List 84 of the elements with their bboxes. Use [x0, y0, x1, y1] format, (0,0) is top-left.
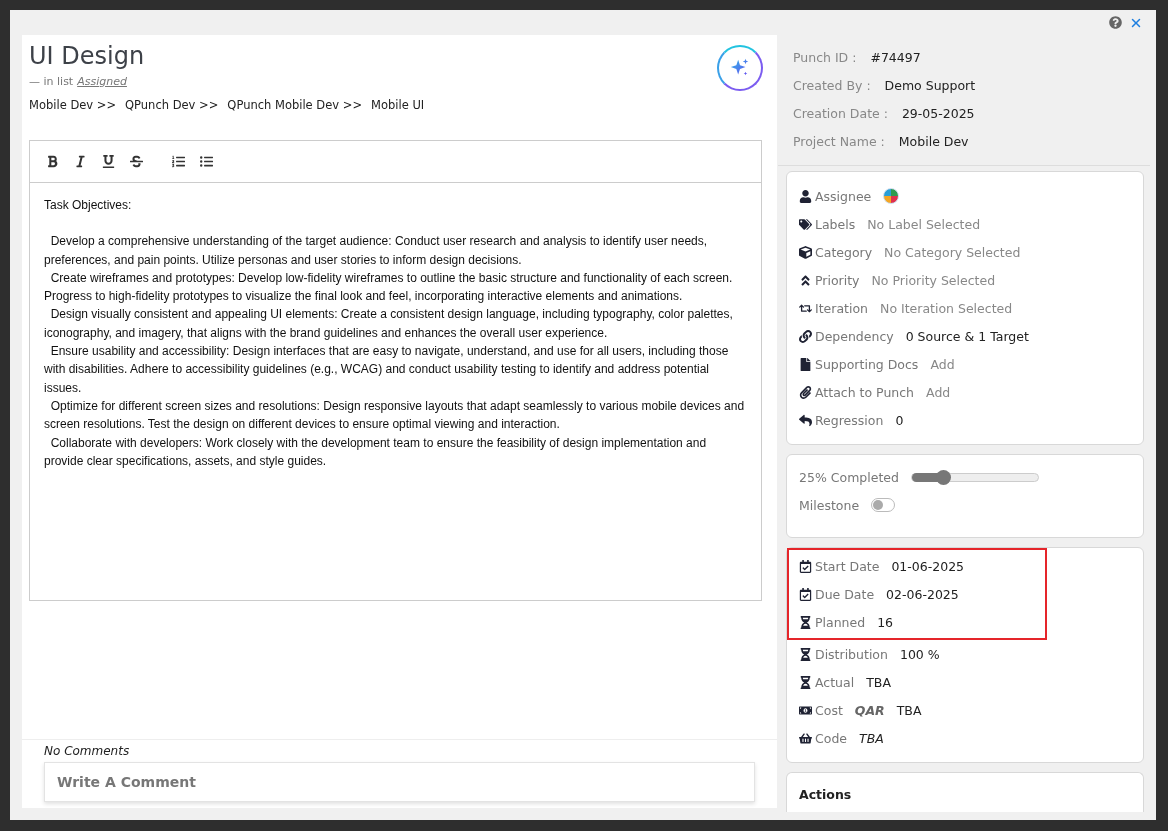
- description-paragraph: Task Objectives:: [44, 197, 133, 214]
- actions-title: Actions: [799, 786, 853, 802]
- progress-label: 25% Completed: [799, 469, 899, 485]
- description-paragraph: Create wireframes and prototypes: Develop low-fidelity wireframes to outline the basic structure and functionality of each screen. Progress to high-fidelity prototypes to visualize the final look and feel, incorporating interactive elements and animations.: [44, 269, 734, 306]
- bullet-list-button[interactable]: [198, 153, 214, 170]
- field-value: 100 %: [899, 646, 940, 662]
- reply-arrow-icon: [799, 413, 812, 427]
- avatar-icon[interactable]: [883, 188, 900, 204]
- field-value: #74497: [870, 49, 921, 65]
- field-label: Iteration: [815, 300, 869, 316]
- field-value: TBA: [866, 674, 891, 690]
- task-title: UI Design: [29, 41, 146, 71]
- field-label: Punch ID :: [793, 49, 857, 65]
- strikethrough-button[interactable]: [128, 153, 144, 170]
- progress-slider[interactable]: [910, 472, 1039, 482]
- empty-value-placeholder[interactable]: No Iteration Selected: [880, 300, 1013, 316]
- numbered-list-button[interactable]: [170, 153, 186, 170]
- tag-icon: [799, 217, 812, 231]
- link-icon: [799, 329, 812, 343]
- field-label: Labels: [815, 216, 856, 232]
- hourglass-icon: [799, 675, 812, 689]
- field-label: Distribution: [815, 646, 888, 662]
- field-label: Priority: [815, 272, 860, 288]
- field-label: Dependency: [815, 328, 894, 344]
- description-paragraph: Ensure usability and accessibility: Design interfaces that are easy to navigate, understand, and use for all users, including those with disabilities. Adhere to accessibility guidelines (e.g., WCAG) and conduct usability testing to identify and address potential issues.: [44, 343, 730, 397]
- empty-value-placeholder[interactable]: Add: [926, 384, 951, 400]
- slider-thumb[interactable]: [936, 469, 952, 485]
- text-editor[interactable]: [29, 140, 762, 601]
- field-value: 0: [895, 412, 904, 428]
- field-value: 01-06-2025: [891, 558, 965, 574]
- comment-field[interactable]: Write A Comment: [44, 762, 755, 802]
- breadcrumb-item[interactable]: QPunch Mobile Dev >>: [227, 98, 362, 112]
- milestone-toggle[interactable]: [871, 498, 896, 512]
- description-paragraph: Design visually consistent and appealing UI elements: Create a consistent design language, including typography, color palettes, iconography, and imagery, that aligns with the brand guidelines and enhances the overall user experience.: [44, 306, 734, 342]
- field-label: Creation Date :: [793, 105, 888, 121]
- field-label: Supporting Docs: [815, 356, 919, 372]
- milestone-label: Milestone: [799, 497, 860, 513]
- hourglass-icon: [799, 647, 812, 661]
- field-label: Due Date: [815, 586, 875, 602]
- file-icon: [799, 357, 812, 371]
- breadcrumb-item[interactable]: Mobile Dev >>: [29, 98, 117, 112]
- list-prefix: — in list: [29, 75, 74, 88]
- field-value: Mobile Dev: [898, 133, 969, 149]
- field-value: 29-05-2025: [901, 105, 975, 121]
- description-paragraph: Optimize for different screen sizes and resolutions: Design responsive layouts that adapt seamlessly to various mobile devices and screen resolutions. Test the design on different devices to ensure optimal viewing and interaction.: [44, 397, 746, 434]
- description-paragraph: Develop a comprehensive understanding of the target audience: Conduct user research and analysis to identify user needs, preferences, and pain points. Utilize personas and user stories to inform design decisions.: [44, 233, 709, 269]
- field-label: Code: [815, 730, 847, 746]
- description-paragraph: Collaborate with developers: Work closely with the development team to ensure the feasibility of design implementation and provide clear specifications, assets, and style guides.: [44, 434, 708, 470]
- field-label: Category: [815, 244, 873, 260]
- field-label: Actual: [815, 674, 855, 690]
- field-label: Assignee: [815, 188, 872, 204]
- field-label: Start Date: [815, 558, 880, 574]
- breadcrumb-item[interactable]: Mobile UI: [371, 98, 425, 112]
- field-value: 02-06-2025: [886, 586, 959, 602]
- no-comments-text: No Comments: [44, 744, 131, 758]
- field-label: Created By :: [793, 77, 871, 93]
- calendar-check-icon: [799, 559, 812, 573]
- empty-value-placeholder[interactable]: No Label Selected: [867, 216, 981, 232]
- field-label: Cost: [815, 702, 843, 718]
- list-link[interactable]: Assigned: [77, 75, 127, 88]
- field-value: Demo Support: [884, 77, 976, 93]
- field-value: 16: [877, 614, 894, 630]
- help-icon[interactable]: [1109, 16, 1122, 29]
- currency-code: QAR: [854, 702, 885, 718]
- field-value: TBA: [896, 702, 922, 718]
- basket-icon: [799, 731, 812, 745]
- user-icon: [799, 189, 812, 203]
- field-label: Regression: [815, 412, 884, 428]
- empty-value-placeholder[interactable]: No Priority Selected: [871, 272, 996, 288]
- field-value: 0 Source & 1 Target: [905, 328, 1029, 344]
- calendar-check-icon: [799, 587, 812, 601]
- ai-assist-button[interactable]: [717, 45, 763, 91]
- cube-icon: [799, 245, 812, 259]
- empty-value-placeholder[interactable]: No Category Selected: [884, 244, 1021, 260]
- paperclip-icon: [799, 385, 812, 399]
- field-label: Attach to Punch: [815, 384, 915, 400]
- breadcrumb-item[interactable]: QPunch Dev >>: [125, 98, 219, 112]
- hourglass-icon: [799, 615, 812, 629]
- field-value: TBA: [859, 730, 884, 746]
- double-chevron-up-icon: [799, 273, 812, 287]
- field-label: Planned: [815, 614, 866, 630]
- underline-button[interactable]: [100, 153, 116, 170]
- empty-value-placeholder[interactable]: Add: [930, 356, 955, 372]
- field-label: Project Name :: [793, 133, 885, 149]
